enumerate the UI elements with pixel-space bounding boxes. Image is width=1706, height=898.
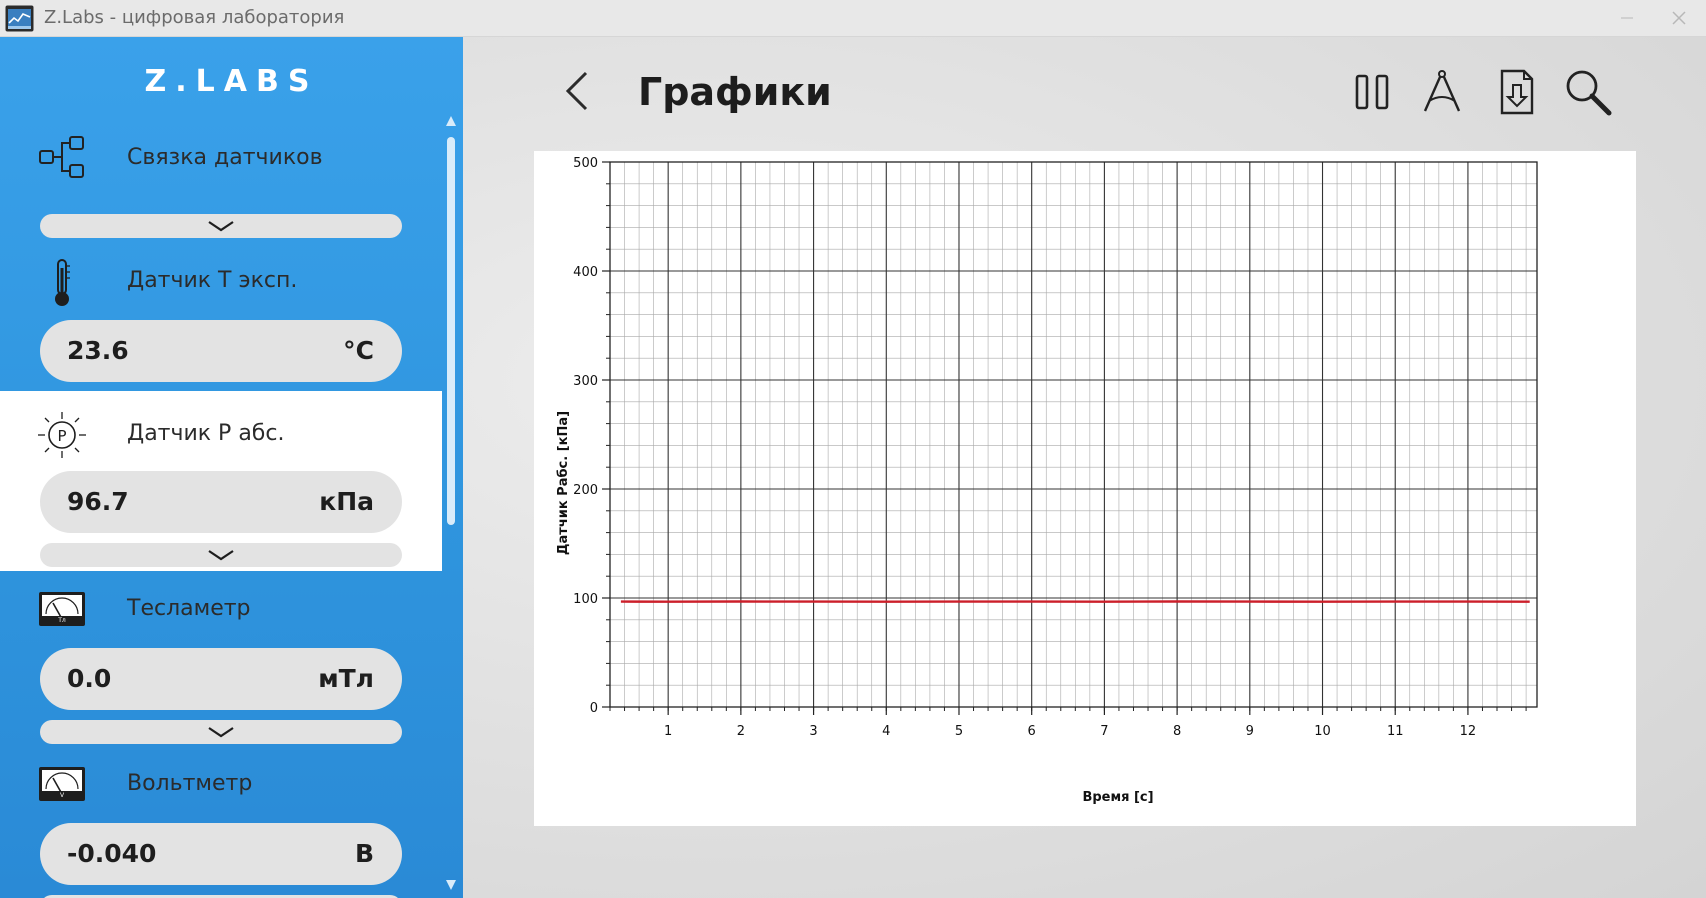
zlabs-logo: Z.LABS bbox=[144, 64, 319, 99]
sensor-label: Тесламетр bbox=[127, 596, 251, 621]
x-tick-label: 1 bbox=[664, 724, 672, 739]
close-icon[interactable] bbox=[1664, 6, 1694, 30]
y-tick-label: 100 bbox=[573, 592, 598, 607]
teslameter-icon: Тл bbox=[39, 592, 85, 626]
sensor-value: 0.0 bbox=[67, 664, 112, 693]
sensor-panel-pressure[interactable]: P Датчик Р абс. 96.7 кПа bbox=[0, 391, 442, 571]
x-tick-label: 3 bbox=[809, 724, 817, 739]
chevron-down-icon bbox=[208, 550, 234, 561]
graphs-view: Графики 1 2 3 4 5 6 7 8 9 10 11 12 0 100 200 300 400 500 … bbox=[463, 37, 1706, 898]
svg-text:Тл: Тл bbox=[57, 617, 66, 624]
sensor-panel-voltmeter[interactable]: V Вольтметр -0.040 В bbox=[0, 745, 442, 898]
y-tick-label: 300 bbox=[573, 374, 598, 389]
title-bar: Z.Labs - цифровая лаборатория bbox=[0, 0, 1706, 37]
chart-window-icon bbox=[5, 5, 34, 32]
export-file-icon[interactable] bbox=[1492, 67, 1542, 117]
x-tick-label: 2 bbox=[737, 724, 745, 739]
sensor-expand-button[interactable] bbox=[40, 720, 402, 744]
sensor-sidebar: Z.LABS Связка датчиков Датчик Т эксп. 23… bbox=[0, 37, 463, 898]
sensor-label: Вольтметр bbox=[127, 771, 253, 796]
x-tick-label: 5 bbox=[955, 724, 963, 739]
sensor-value: -0.040 bbox=[67, 839, 157, 868]
pressure-sensor-icon: P bbox=[38, 412, 86, 458]
x-axis-label: Время [с] bbox=[1082, 790, 1153, 805]
chart-panel[interactable]: 1 2 3 4 5 6 7 8 9 10 11 12 0 100 200 300 400 500 Датчик Р… bbox=[534, 151, 1636, 826]
y-tick-label: 500 bbox=[573, 156, 598, 171]
pressure-chart[interactable]: 1 2 3 4 5 6 7 8 9 10 11 120100200300400500 Датчик Р… bbox=[534, 151, 1636, 826]
window-title: Z.Labs - цифровая лаборатория bbox=[44, 7, 345, 28]
x-tick-label: 10 bbox=[1314, 724, 1331, 739]
y-tick-label: 400 bbox=[573, 265, 598, 280]
x-tick-label: 8 bbox=[1173, 724, 1181, 739]
sensor-value-display: 96.7 кПа bbox=[40, 471, 402, 533]
minimize-icon[interactable] bbox=[1612, 6, 1642, 30]
sensor-unit: мТл bbox=[318, 664, 374, 693]
scroll-down-arrow-icon[interactable] bbox=[445, 879, 457, 891]
chevron-down-icon bbox=[208, 727, 234, 738]
y-tick-label: 0 bbox=[590, 701, 598, 716]
sensor-value-display: 23.6 °C bbox=[40, 320, 402, 382]
x-tick-label: 12 bbox=[1460, 724, 1477, 739]
sensor-unit: кПа bbox=[319, 487, 374, 516]
zoom-icon[interactable] bbox=[1563, 67, 1613, 117]
compass-icon[interactable] bbox=[1417, 67, 1467, 117]
sensor-label: Датчик Т эксп. bbox=[127, 268, 298, 293]
x-tick-label: 9 bbox=[1246, 724, 1254, 739]
sensor-value: 23.6 bbox=[67, 336, 129, 365]
x-tick-label: 7 bbox=[1100, 724, 1108, 739]
sensor-link-expand-button[interactable] bbox=[40, 214, 402, 238]
pause-icon[interactable] bbox=[1347, 67, 1397, 117]
x-tick-label: 11 bbox=[1387, 724, 1404, 739]
sidebar-scrollbar-thumb[interactable] bbox=[447, 137, 455, 525]
x-tick-label: 4 bbox=[882, 724, 890, 739]
sensor-panel-teslameter[interactable]: Тл Тесламетр 0.0 мТл bbox=[0, 570, 442, 745]
sensor-unit: °C bbox=[343, 336, 374, 365]
sensor-expand-button[interactable] bbox=[40, 543, 402, 567]
svg-text:P: P bbox=[57, 427, 66, 445]
sensor-value-display: 0.0 мТл bbox=[40, 648, 402, 710]
sensor-value-display: -0.040 В bbox=[40, 823, 402, 885]
x-tick-label: 6 bbox=[1028, 724, 1036, 739]
sensor-link-label: Связка датчиков bbox=[127, 145, 323, 170]
page-title: Графики bbox=[638, 70, 832, 114]
sensor-link-icon bbox=[39, 136, 84, 178]
y-axis-label: Датчик Рабс. [кПа] bbox=[556, 411, 571, 555]
plot-frame bbox=[609, 161, 1538, 708]
sensor-value: 96.7 bbox=[67, 487, 129, 516]
thermometer-icon bbox=[55, 259, 70, 306]
y-tick-label: 200 bbox=[573, 483, 598, 498]
sensor-unit: В bbox=[354, 839, 374, 868]
voltmeter-icon: V bbox=[39, 767, 85, 801]
sensor-link-panel[interactable]: Связка датчиков bbox=[0, 117, 442, 242]
scroll-up-arrow-icon[interactable] bbox=[445, 115, 457, 127]
sensor-label: Датчик Р абс. bbox=[127, 421, 285, 446]
back-arrow-icon[interactable] bbox=[558, 67, 598, 115]
chevron-down-icon bbox=[208, 221, 234, 232]
